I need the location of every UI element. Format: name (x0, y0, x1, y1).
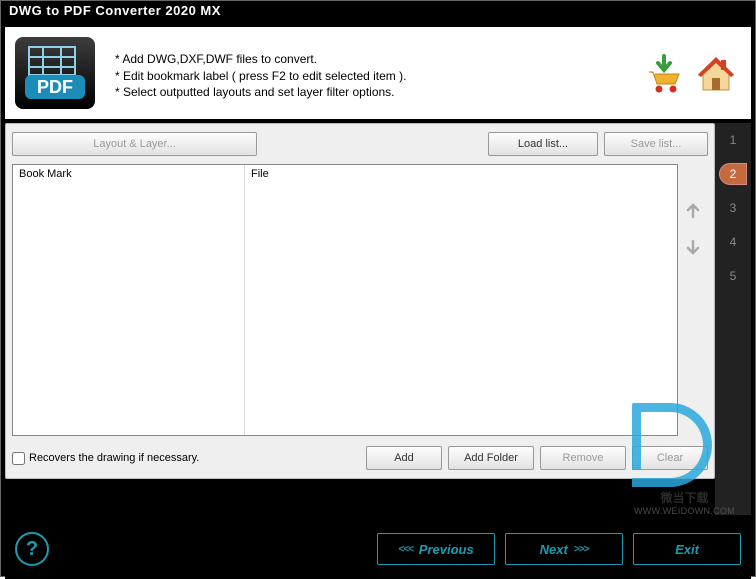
main-panel: Layout & Layer... Load list... Save list… (5, 123, 715, 479)
prev-arrows-icon: <<< (398, 544, 413, 555)
window-title: DWG to PDF Converter 2020 MX (9, 3, 221, 18)
move-down-button[interactable] (682, 236, 704, 258)
home-icon[interactable] (695, 52, 737, 94)
footer-nav: ? <<< Previous Next >>> Exit (5, 519, 751, 579)
top-toolbar: Layout & Layer... Load list... Save list… (6, 124, 714, 164)
layout-layer-button[interactable]: Layout & Layer... (12, 132, 257, 156)
remove-button[interactable]: Remove (540, 446, 626, 470)
list-reorder-controls (678, 164, 708, 436)
file-column: File (245, 165, 677, 435)
exit-button[interactable]: Exit (633, 533, 741, 565)
instruction-line-2: * Edit bookmark label ( press F2 to edit… (115, 68, 643, 85)
clear-button[interactable]: Clear (632, 446, 708, 470)
next-button[interactable]: Next >>> (505, 533, 623, 565)
step-4[interactable]: 4 (719, 231, 747, 253)
header: PDF * Add DWG,DXF,DWF files to convert. … (5, 27, 751, 119)
step-3[interactable]: 3 (719, 197, 747, 219)
move-up-button[interactable] (682, 200, 704, 222)
next-label: Next (540, 542, 568, 557)
previous-label: Previous (419, 542, 474, 557)
app-logo: PDF (5, 30, 105, 116)
next-arrows-icon: >>> (574, 544, 589, 555)
add-button[interactable]: Add (366, 446, 442, 470)
file-column-header: File (245, 165, 677, 183)
previous-button[interactable]: <<< Previous (377, 533, 495, 565)
help-button[interactable]: ? (15, 532, 49, 566)
app-window: DWG to PDF Converter 2020 MX PDF (0, 0, 756, 577)
step-sidebar: 1 2 3 4 5 (715, 123, 751, 479)
step-5[interactable]: 5 (719, 265, 747, 287)
instruction-line-1: * Add DWG,DXF,DWF files to convert. (115, 51, 643, 68)
header-icons (643, 52, 751, 94)
bookmark-column-header: Book Mark (13, 165, 244, 183)
help-icon: ? (26, 538, 38, 561)
step-1[interactable]: 1 (719, 129, 747, 151)
recover-checkbox-label[interactable]: Recovers the drawing if necessary. (12, 452, 199, 465)
load-list-button[interactable]: Load list... (488, 132, 598, 156)
exit-label: Exit (675, 542, 699, 557)
title-bar: DWG to PDF Converter 2020 MX (1, 1, 755, 23)
instruction-line-3: * Select outputted layouts and set layer… (115, 84, 643, 101)
step-2[interactable]: 2 (719, 163, 747, 185)
add-folder-button[interactable]: Add Folder (448, 446, 534, 470)
file-list[interactable]: Book Mark File (12, 164, 678, 436)
instructions-text: * Add DWG,DXF,DWF files to convert. * Ed… (105, 45, 643, 101)
content-area: Layout & Layer... Load list... Save list… (5, 123, 751, 479)
cart-icon[interactable] (643, 52, 685, 94)
bookmark-column: Book Mark (13, 165, 245, 435)
save-list-button[interactable]: Save list... (604, 132, 708, 156)
svg-text:PDF: PDF (37, 77, 73, 97)
recover-label-text: Recovers the drawing if necessary. (29, 452, 199, 464)
recover-checkbox[interactable] (12, 452, 25, 465)
